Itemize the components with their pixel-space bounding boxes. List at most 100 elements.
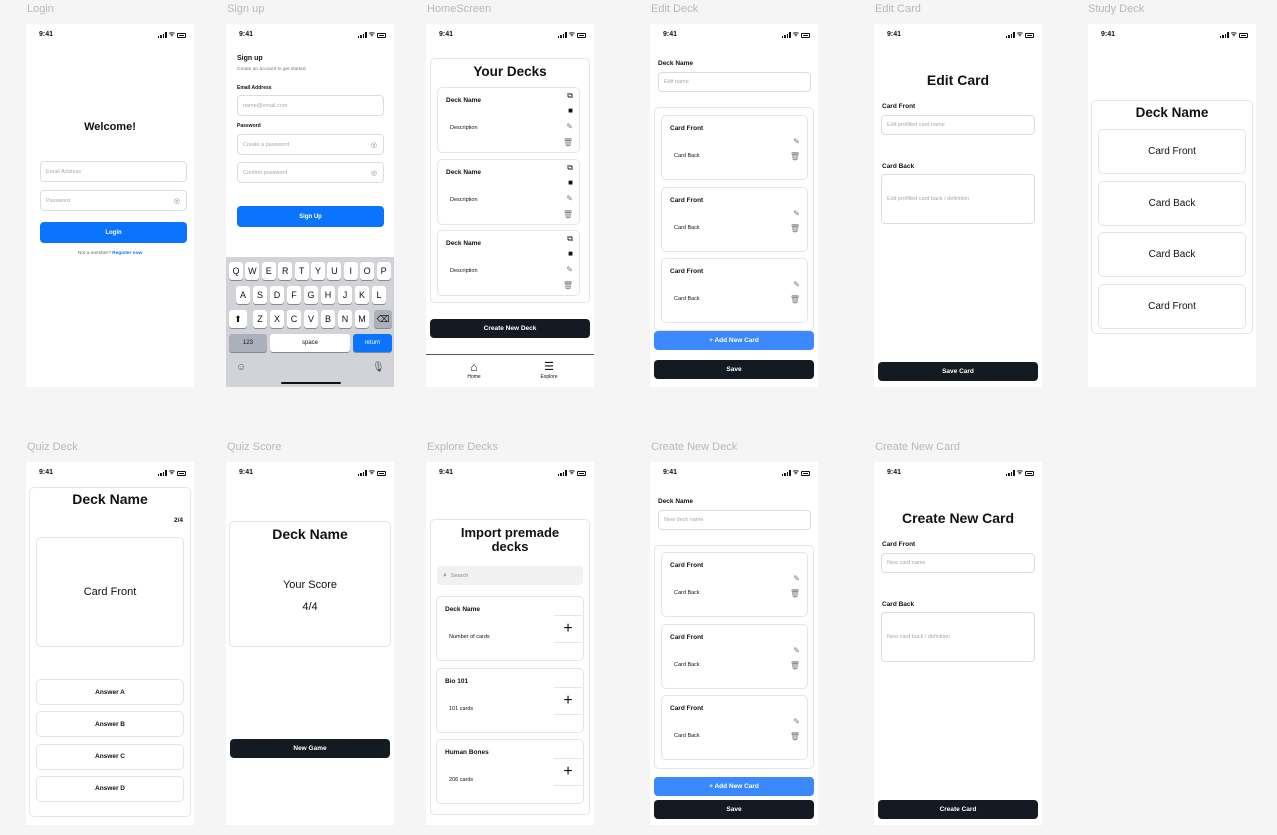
answer-option[interactable]: Answer B bbox=[36, 711, 184, 738]
trash-icon[interactable]: 🗑 bbox=[790, 296, 800, 304]
trash-icon[interactable]: 🗑 bbox=[790, 661, 800, 670]
key[interactable]: Y bbox=[311, 262, 325, 280]
study-card[interactable]: Card Front bbox=[1098, 283, 1246, 329]
card-item[interactable]: Card Front Card Back ✎ 🗑 bbox=[661, 623, 808, 689]
space-key[interactable]: space bbox=[270, 334, 350, 352]
key[interactable]: X bbox=[270, 310, 284, 328]
key[interactable]: R bbox=[278, 262, 293, 280]
create-card-button[interactable]: Create Card bbox=[878, 800, 1038, 819]
key[interactable]: C bbox=[287, 310, 301, 328]
quiz-card[interactable]: Card Front bbox=[36, 537, 184, 647]
card-back-input[interactable]: New card back / definition bbox=[881, 612, 1035, 662]
backspace-key-icon[interactable]: ⌫ bbox=[374, 310, 392, 328]
trash-icon[interactable]: 🗑 bbox=[790, 590, 800, 598]
edit-pencil-icon[interactable]: ✎ bbox=[793, 575, 800, 583]
key[interactable]: M bbox=[355, 310, 369, 328]
edit-pencil-icon[interactable]: ✎ bbox=[566, 266, 573, 274]
key[interactable]: U bbox=[327, 262, 342, 280]
card-item[interactable]: Card Front Card Back ✎ 🗑 bbox=[661, 258, 808, 323]
trash-icon[interactable]: 🗑 bbox=[790, 733, 800, 741]
key[interactable]: J bbox=[338, 286, 352, 304]
save-button[interactable]: Save bbox=[654, 360, 814, 379]
search-input[interactable]: ⌕ Search bbox=[437, 566, 583, 585]
add-icon[interactable]: + bbox=[554, 686, 582, 715]
key[interactable]: W bbox=[245, 262, 260, 280]
study-card[interactable]: Card Back bbox=[1098, 180, 1246, 226]
key[interactable]: K bbox=[355, 286, 369, 304]
eye-off-icon[interactable]: ◎ bbox=[371, 169, 377, 177]
answer-option[interactable]: Answer A bbox=[36, 679, 184, 705]
key[interactable]: Z bbox=[253, 310, 267, 328]
key[interactable]: P bbox=[376, 262, 391, 280]
deck-name-input[interactable]: New deck name bbox=[658, 510, 811, 530]
edit-pencil-icon[interactable]: ✎ bbox=[566, 194, 573, 203]
deck-name-input[interactable]: Edit name bbox=[658, 72, 811, 92]
study-card[interactable]: Card Back bbox=[1098, 232, 1246, 277]
save-button[interactable]: Save bbox=[654, 800, 814, 819]
study-card[interactable]: Card Front bbox=[1098, 129, 1246, 174]
edit-pencil-icon[interactable]: ✎ bbox=[793, 718, 800, 726]
eye-off-icon[interactable]: ◎ bbox=[174, 197, 180, 205]
email-field[interactable]: name@email.com bbox=[237, 95, 384, 116]
copy-icon[interactable]: ⧉ bbox=[567, 235, 573, 243]
key[interactable]: S bbox=[253, 286, 267, 304]
shift-key-icon[interactable]: ⬆ bbox=[229, 310, 247, 328]
signup-button[interactable]: Sign Up bbox=[237, 206, 384, 227]
deck-item[interactable]: Deck Name Description ⧉ ■ ✎ 🗑 bbox=[437, 87, 580, 153]
card-item[interactable]: Card Front Card Back ✎ 🗑 bbox=[661, 695, 808, 760]
key[interactable]: I bbox=[343, 262, 358, 280]
key[interactable]: H bbox=[321, 286, 335, 304]
save-card-button[interactable]: Save Card bbox=[878, 362, 1038, 381]
password-field[interactable]: Password ◎ bbox=[40, 190, 187, 211]
return-key[interactable]: return bbox=[353, 334, 392, 352]
quiz-icon[interactable]: ■ bbox=[568, 178, 573, 187]
add-card-button[interactable]: + Add New Card bbox=[654, 331, 814, 350]
key[interactable]: L bbox=[372, 286, 386, 304]
trash-icon[interactable]: 🗑 bbox=[790, 224, 800, 233]
new-game-button[interactable]: New Game bbox=[230, 739, 390, 758]
card-front-input[interactable]: Edit prefilled card name bbox=[881, 115, 1035, 135]
answer-option[interactable]: Answer D bbox=[36, 775, 184, 802]
login-button[interactable]: Login bbox=[40, 222, 187, 243]
register-link[interactable]: Register now bbox=[112, 251, 142, 256]
create-deck-button[interactable]: Create New Deck bbox=[430, 319, 590, 338]
email-field[interactable]: Email Address bbox=[40, 161, 187, 182]
password-field[interactable]: Create a password ◎ bbox=[237, 134, 384, 155]
edit-pencil-icon[interactable]: ✎ bbox=[793, 646, 800, 655]
card-item[interactable]: Card Front Card Back ✎ 🗑 bbox=[661, 552, 808, 617]
key[interactable]: B bbox=[321, 310, 335, 328]
confirm-password-field[interactable]: Confirm password ◎ bbox=[237, 162, 384, 183]
quiz-icon[interactable]: ■ bbox=[568, 250, 573, 258]
add-icon[interactable]: + bbox=[554, 615, 582, 643]
answer-option[interactable]: Answer C bbox=[36, 743, 184, 770]
trash-icon[interactable]: 🗑 bbox=[790, 153, 800, 161]
eye-off-icon[interactable]: ◎ bbox=[371, 141, 377, 149]
add-card-button[interactable]: + Add New Card bbox=[654, 777, 814, 796]
tab-explore[interactable]: ☰ Explore bbox=[536, 361, 562, 380]
deck-item[interactable]: Deck Name Description ⧉ ■ ✎ 🗑 bbox=[437, 158, 580, 225]
key[interactable]: T bbox=[294, 262, 309, 280]
edit-pencil-icon[interactable]: ✎ bbox=[793, 209, 800, 218]
edit-pencil-icon[interactable]: ✎ bbox=[793, 281, 800, 289]
key[interactable]: V bbox=[304, 310, 318, 328]
add-icon[interactable]: + bbox=[554, 758, 582, 786]
edit-pencil-icon[interactable]: ✎ bbox=[793, 138, 800, 146]
key[interactable]: F bbox=[287, 286, 301, 304]
trash-icon[interactable]: 🗑 bbox=[563, 282, 573, 290]
key[interactable]: D bbox=[270, 286, 284, 304]
trash-icon[interactable]: 🗑 bbox=[563, 139, 573, 147]
copy-icon[interactable]: ⧉ bbox=[567, 92, 573, 100]
key[interactable]: A bbox=[236, 286, 250, 304]
card-front-input[interactable]: New card name bbox=[881, 553, 1035, 573]
card-back-input[interactable]: Edit prefilled card back / definition bbox=[881, 174, 1035, 224]
key[interactable]: N bbox=[338, 310, 352, 328]
key[interactable]: O bbox=[360, 262, 375, 280]
key[interactable]: G bbox=[304, 286, 318, 304]
deck-item[interactable]: Deck Name Description ⧉ ■ ✎ 🗑 bbox=[437, 230, 580, 296]
card-item[interactable]: Card Front Card Back ✎ 🗑 bbox=[661, 186, 808, 252]
card-item[interactable]: Card Front Card Back ✎ 🗑 bbox=[661, 115, 808, 180]
quiz-icon[interactable]: ■ bbox=[568, 107, 573, 115]
copy-icon[interactable]: ⧉ bbox=[567, 163, 573, 172]
trash-icon[interactable]: 🗑 bbox=[563, 210, 573, 219]
key[interactable]: E bbox=[261, 262, 276, 280]
